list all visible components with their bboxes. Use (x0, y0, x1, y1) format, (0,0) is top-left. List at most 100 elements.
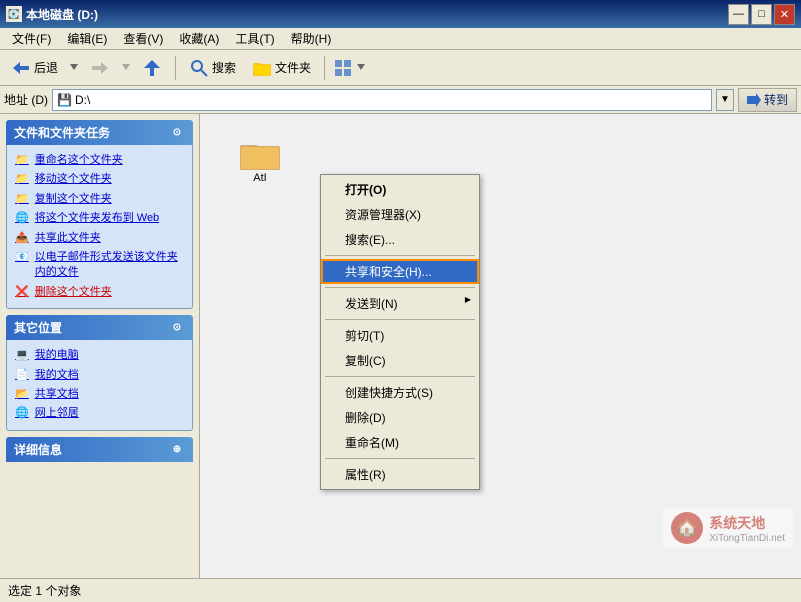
address-dropdown[interactable]: ▼ (716, 89, 734, 111)
address-bar: 地址 (D) 💾 D:\ ▼ 转到 (0, 86, 801, 114)
ctx-send-to[interactable]: 发送到(N) (321, 291, 479, 316)
shared-docs-icon: 📂 (15, 387, 29, 402)
ctx-rename[interactable]: 重命名(M) (321, 430, 479, 455)
details-label: 详细信息 (14, 441, 62, 458)
copy-folder-label: 复制这个文件夹 (35, 192, 112, 207)
views-dropdown-icon (357, 64, 365, 72)
file-tasks-collapse-icon: ⊙ (169, 125, 185, 141)
other-places-label: 其它位置 (14, 319, 62, 336)
address-drive-icon: 💾 (57, 93, 72, 107)
email-files-item[interactable]: 📧 以电子邮件形式发送该文件夹内的文件 (11, 248, 188, 283)
up-icon (142, 58, 162, 78)
close-button[interactable]: ✕ (774, 4, 795, 25)
delete-folder-item[interactable]: ❌ 删除这个文件夹 (11, 283, 188, 302)
watermark: 🏠 系统天地 XiTongTianDi.net (663, 508, 793, 548)
rename-folder-item[interactable]: 📁 重命名这个文件夹 (11, 151, 188, 170)
toolbar: 后退 (0, 50, 801, 86)
my-documents-label: 我的文档 (35, 368, 79, 383)
back-dropdown-icon (70, 64, 78, 72)
file-tasks-label: 文件和文件夹任务 (14, 124, 110, 141)
toolbar-sep-1 (175, 56, 176, 80)
toolbar-sep-2 (324, 56, 325, 80)
ctx-sep-3 (325, 319, 475, 320)
move-folder-item[interactable]: 📁 移动这个文件夹 (11, 170, 188, 189)
forward-dropdown[interactable] (119, 60, 133, 76)
folder-svg-icon (240, 138, 280, 170)
share-folder-label: 共享此文件夹 (35, 231, 101, 246)
my-computer-item[interactable]: 💻 我的电脑 (11, 346, 188, 365)
back-icon (11, 58, 31, 78)
address-label: 地址 (D) (4, 91, 48, 108)
goto-label: 转到 (764, 91, 788, 108)
left-panel: 文件和文件夹任务 ⊙ 📁 重命名这个文件夹 📁 移动这个文件夹 📁 复制这个文件… (0, 114, 200, 578)
menu-view[interactable]: 查看(V) (115, 28, 171, 49)
back-button[interactable]: 后退 (4, 54, 65, 82)
watermark-text: XiTongTianDi.net (709, 533, 785, 544)
forward-icon (90, 58, 110, 78)
share-folder-icon: 📤 (15, 231, 29, 246)
ctx-explorer[interactable]: 资源管理器(X) (321, 202, 479, 227)
goto-button[interactable]: 转到 (738, 88, 797, 112)
right-content: AtI 打开(O) 资源管理器(X) 搜索(E)... 共享和安全(H)... … (200, 114, 801, 578)
shared-docs-label: 共享文档 (35, 387, 79, 402)
rename-folder-label: 重命名这个文件夹 (35, 153, 123, 168)
my-computer-icon: 💻 (15, 348, 29, 363)
ctx-share-security[interactable]: 共享和安全(H)... (321, 259, 479, 284)
maximize-button[interactable]: □ (751, 4, 772, 25)
ctx-sep-5 (325, 458, 475, 459)
ctx-sep-4 (325, 376, 475, 377)
file-tasks-section: 文件和文件夹任务 ⊙ 📁 重命名这个文件夹 📁 移动这个文件夹 📁 复制这个文件… (6, 120, 193, 309)
back-label: 后退 (34, 59, 58, 76)
menu-bar: 文件(F) 编辑(E) 查看(V) 收藏(A) 工具(T) 帮助(H) (0, 28, 801, 50)
delete-folder-icon: ❌ (15, 285, 29, 300)
ctx-delete[interactable]: 删除(D) (321, 405, 479, 430)
my-documents-icon: 📄 (15, 368, 29, 383)
folders-label: 文件夹 (275, 59, 311, 76)
file-tasks-header[interactable]: 文件和文件夹任务 ⊙ (6, 120, 193, 145)
folder-item[interactable]: AtI (220, 134, 300, 188)
ctx-search[interactable]: 搜索(E)... (321, 227, 479, 252)
folders-icon (252, 58, 272, 78)
menu-edit[interactable]: 编辑(E) (59, 28, 115, 49)
menu-file[interactable]: 文件(F) (4, 28, 59, 49)
menu-help[interactable]: 帮助(H) (283, 28, 340, 49)
back-dropdown[interactable] (67, 60, 81, 76)
search-button[interactable]: 搜索 (182, 54, 243, 82)
details-header[interactable]: 详细信息 ⊕ (6, 437, 193, 462)
main-content: 文件和文件夹任务 ⊙ 📁 重命名这个文件夹 📁 移动这个文件夹 📁 复制这个文件… (0, 114, 801, 578)
views-button[interactable] (331, 54, 368, 82)
up-button[interactable] (135, 54, 169, 82)
publish-web-label: 将这个文件夹发布到 Web (35, 211, 159, 226)
folders-button[interactable]: 文件夹 (245, 54, 318, 82)
ctx-cut[interactable]: 剪切(T) (321, 323, 479, 348)
ctx-properties[interactable]: 属性(R) (321, 462, 479, 487)
menu-tools[interactable]: 工具(T) (227, 28, 282, 49)
ctx-open[interactable]: 打开(O) (321, 177, 479, 202)
forward-button[interactable] (83, 54, 117, 82)
ctx-create-shortcut[interactable]: 创建快捷方式(S) (321, 380, 479, 405)
details-section: 详细信息 ⊕ (6, 437, 193, 462)
publish-web-item[interactable]: 🌐 将这个文件夹发布到 Web (11, 209, 188, 228)
details-collapse-icon: ⊕ (169, 441, 185, 457)
ctx-copy[interactable]: 复制(C) (321, 348, 479, 373)
share-folder-item[interactable]: 📤 共享此文件夹 (11, 229, 188, 248)
other-places-section: 其它位置 ⊙ 💻 我的电脑 📄 我的文档 📂 共享文档 🌐 网 (6, 315, 193, 431)
status-bar: 选定 1 个对象 (0, 578, 801, 602)
shared-docs-item[interactable]: 📂 共享文档 (11, 385, 188, 404)
address-input[interactable]: 💾 D:\ (52, 89, 712, 111)
move-folder-icon: 📁 (15, 172, 29, 187)
menu-favorites[interactable]: 收藏(A) (171, 28, 227, 49)
rename-folder-icon: 📁 (15, 153, 29, 168)
minimize-button[interactable]: — (728, 4, 749, 25)
network-neighbors-label: 网上邻居 (35, 406, 79, 421)
views-icon (334, 58, 354, 78)
my-computer-label: 我的电脑 (35, 348, 79, 363)
move-folder-label: 移动这个文件夹 (35, 172, 112, 187)
other-places-header[interactable]: 其它位置 ⊙ (6, 315, 193, 340)
other-places-content: 💻 我的电脑 📄 我的文档 📂 共享文档 🌐 网上邻居 (6, 340, 193, 431)
my-documents-item[interactable]: 📄 我的文档 (11, 366, 188, 385)
search-label: 搜索 (212, 59, 236, 76)
ctx-sep-2 (325, 287, 475, 288)
network-neighbors-item[interactable]: 🌐 网上邻居 (11, 404, 188, 423)
copy-folder-item[interactable]: 📁 复制这个文件夹 (11, 190, 188, 209)
